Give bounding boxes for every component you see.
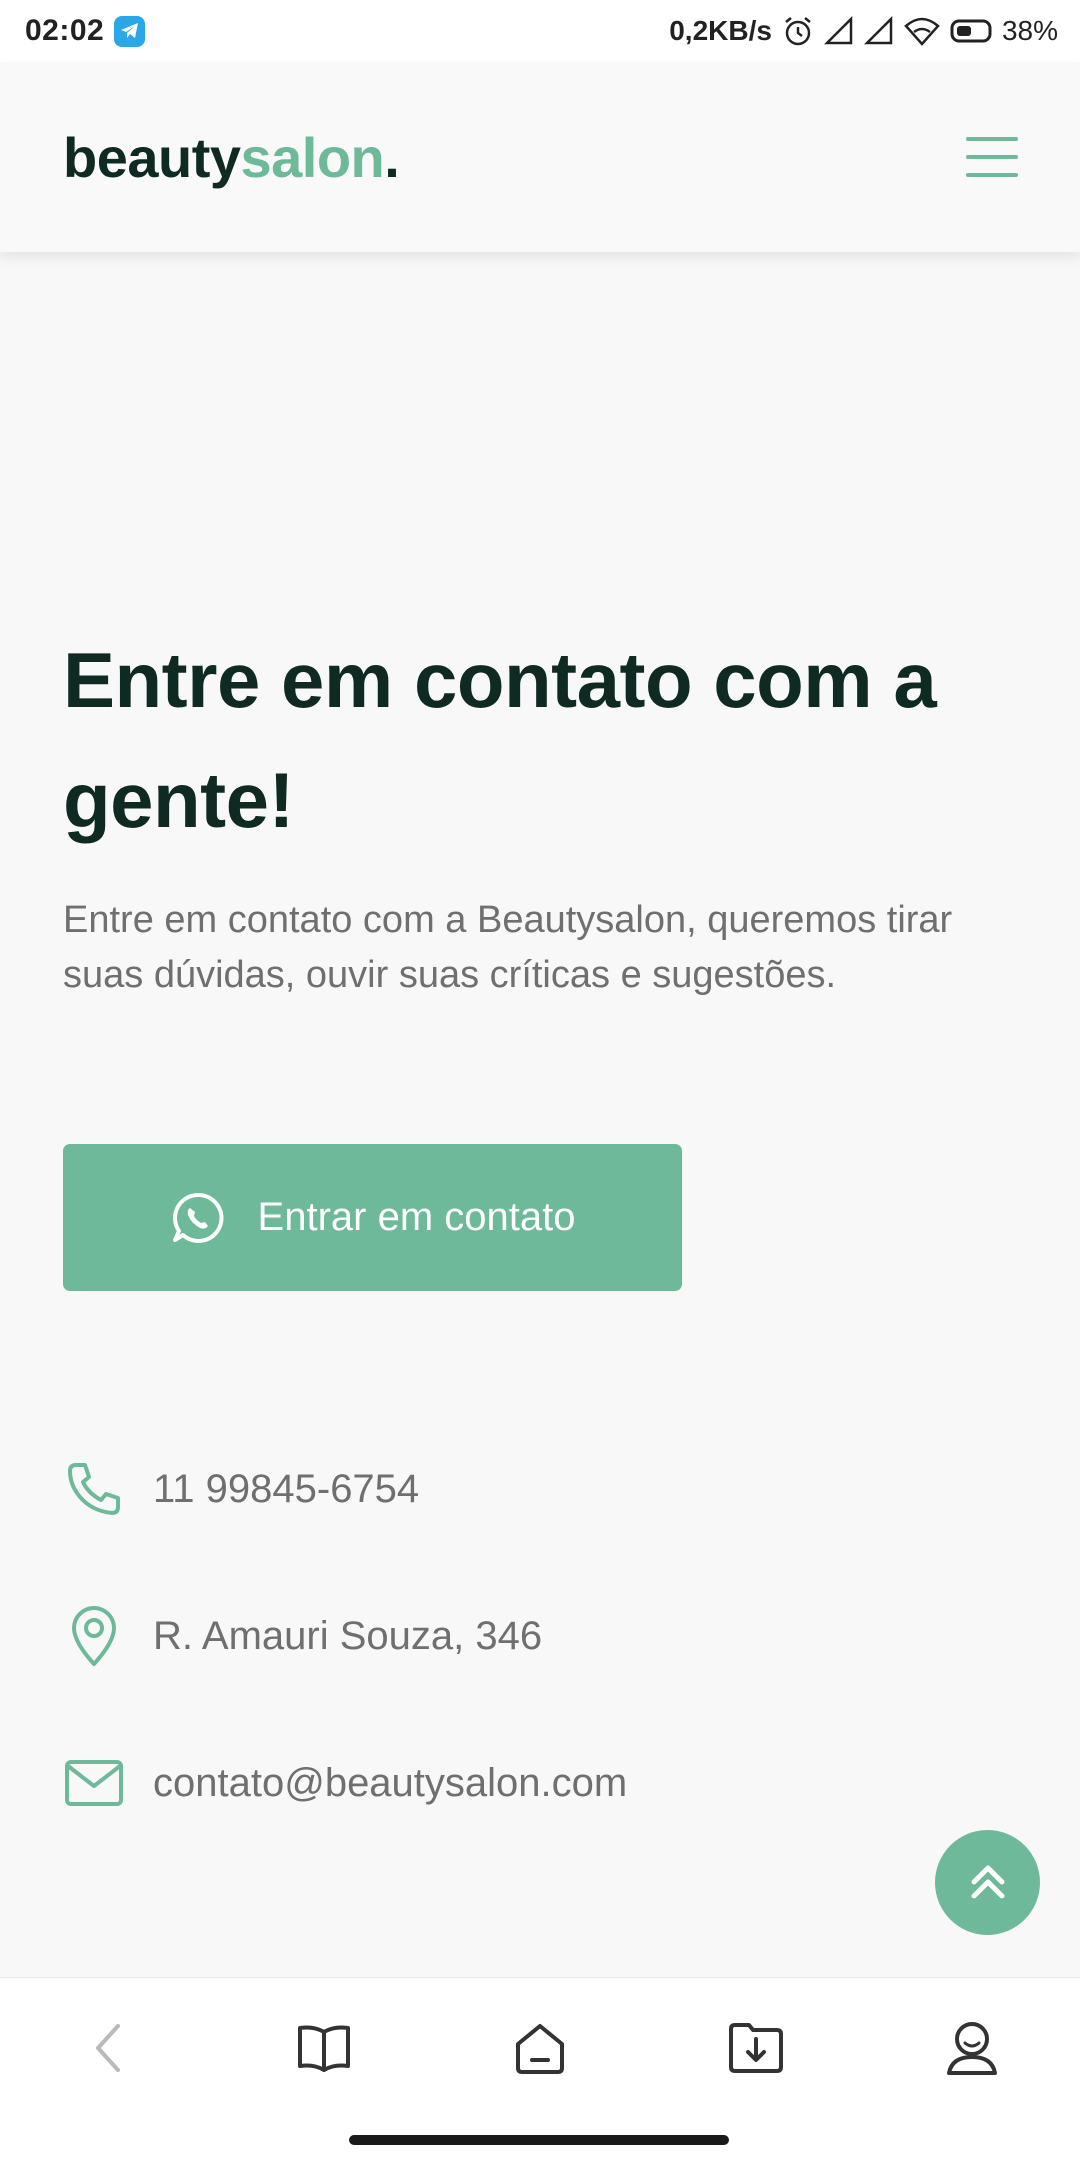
status-time: 02:02 (25, 14, 105, 47)
battery-icon (950, 18, 992, 44)
email-address: contato@beautysalon.com (153, 1760, 628, 1805)
hamburger-line (966, 155, 1018, 159)
battery-percentage: 38% (1001, 15, 1058, 46)
downloads-icon[interactable] (716, 2008, 796, 2088)
screen: 02:02 0,2KB/s 38% beautysalon. Entre em … (0, 0, 1080, 2160)
hero-description: Entre em contato com a Beautysalon, quer… (63, 899, 953, 996)
telegram-notification-icon (114, 15, 146, 47)
home-icon[interactable] (500, 2008, 580, 2088)
mail-icon (63, 1752, 125, 1814)
browser-bottom-bar (0, 1977, 1080, 2160)
logo-text-salon: salon (240, 125, 385, 189)
double-chevron-up-icon (966, 1858, 1010, 1907)
network-speed: 0,2KB/s (669, 15, 772, 46)
gesture-home-indicator[interactable] (349, 2135, 729, 2145)
hamburger-line (966, 173, 1018, 177)
back-to-top-button[interactable] (935, 1830, 1040, 1935)
signal-icon-1 (823, 16, 854, 46)
back-icon[interactable] (68, 2008, 148, 2088)
logo-dot: . (384, 125, 400, 189)
phone-number: 11 99845-6754 (153, 1466, 420, 1511)
logo[interactable]: beautysalon. (63, 125, 400, 190)
location-pin-icon (63, 1605, 125, 1667)
contact-address-row[interactable]: R. Amauri Souza, 346 (63, 1601, 963, 1671)
whatsapp-icon (170, 1190, 226, 1246)
contact-email-row[interactable]: contato@beautysalon.com (63, 1748, 963, 1818)
status-left: 02:02 (25, 14, 146, 48)
wifi-icon (904, 16, 940, 46)
signal-icon-2 (863, 16, 894, 46)
address-text: R. Amauri Souza, 346 (153, 1613, 543, 1658)
contact-button-label: Entrar em contato (257, 1195, 576, 1239)
profile-icon[interactable] (932, 2008, 1012, 2088)
contact-whatsapp-button[interactable]: Entrar em contato (63, 1144, 682, 1291)
page-title: Entre em contato com a gente! (63, 636, 937, 844)
status-bar: 02:02 0,2KB/s 38% (0, 0, 1080, 62)
hamburger-icon[interactable] (966, 137, 1018, 177)
alarm-icon (782, 15, 814, 47)
site-header: beautysalon. (0, 62, 1080, 252)
contact-phone-row[interactable]: 11 99845-6754 (63, 1454, 963, 1524)
browser-nav-row (0, 1978, 1080, 2118)
status-right: 0,2KB/s 38% (669, 15, 1058, 47)
hamburger-line (966, 137, 1018, 141)
phone-icon (63, 1458, 125, 1520)
logo-text-beauty: beauty (63, 125, 241, 189)
bookmarks-icon[interactable] (284, 2008, 364, 2088)
